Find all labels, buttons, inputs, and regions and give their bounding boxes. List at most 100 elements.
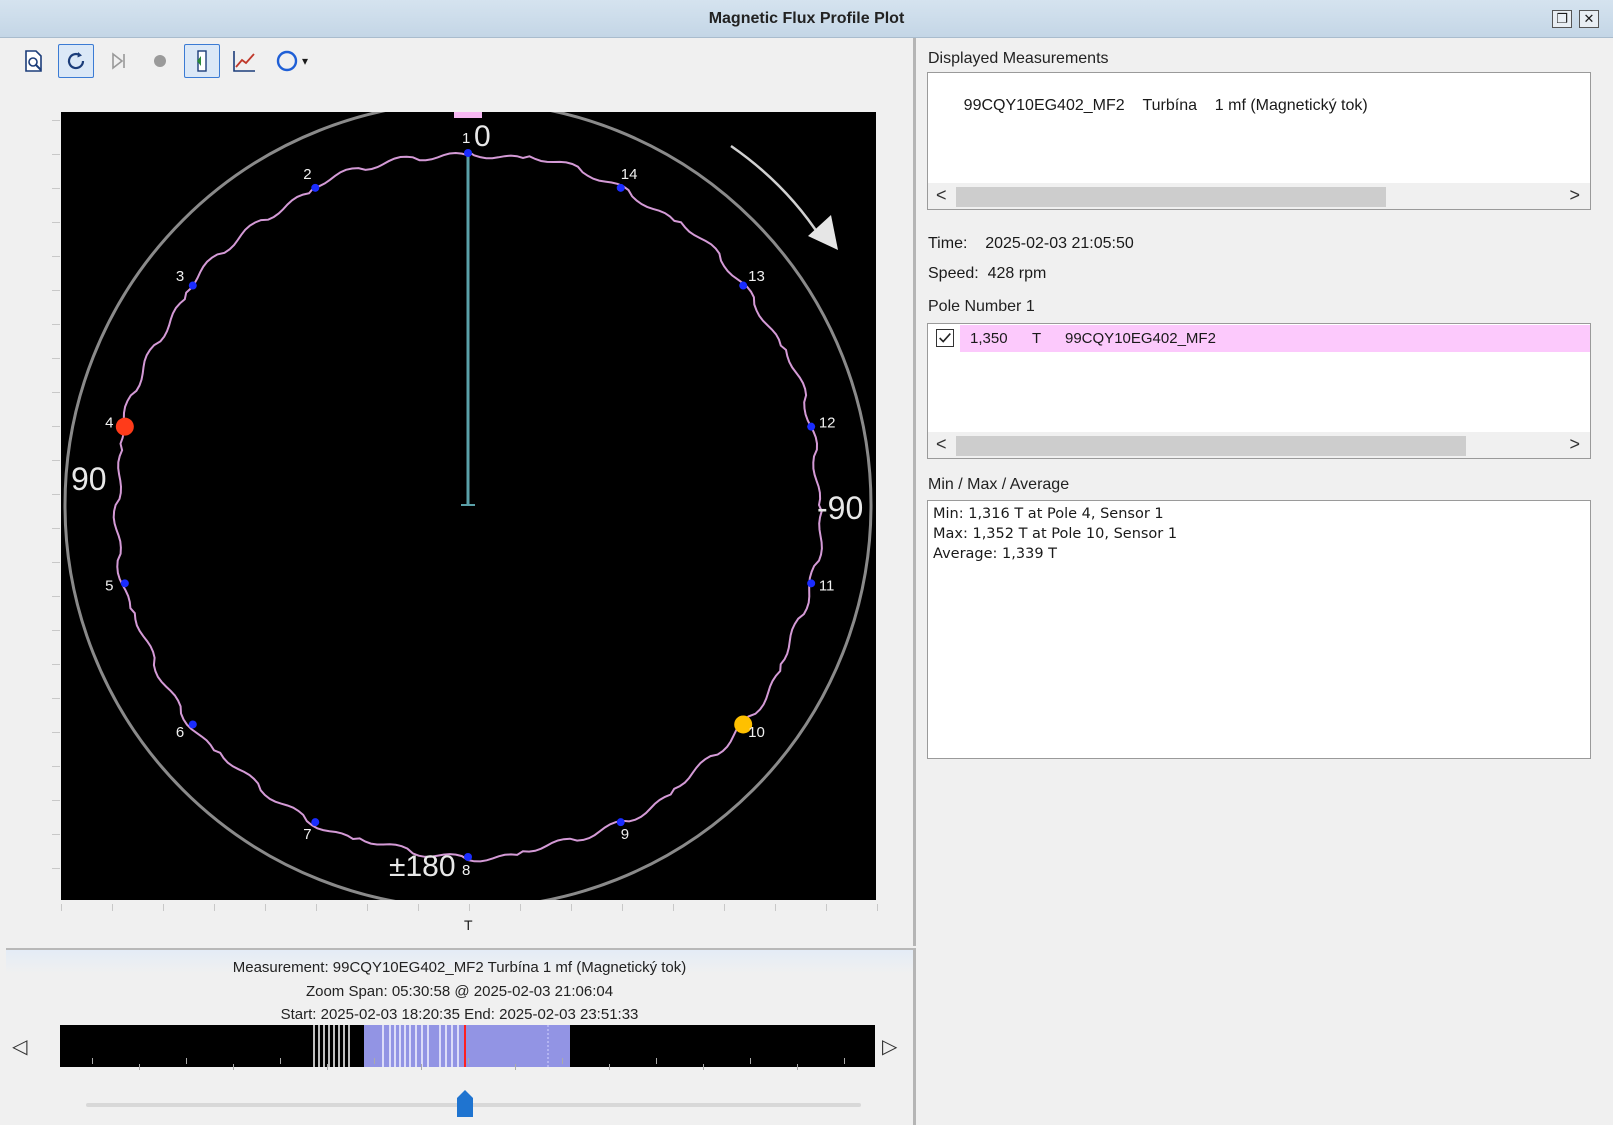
max-stat: Max: 1,352 T at Pole 10, Sensor 1 [933, 526, 1178, 542]
title-bar: Magnetic Flux Profile Plot ❐ ✕ [0, 0, 1613, 38]
timeline-tick [327, 1064, 328, 1070]
x-axis-tick [214, 904, 215, 911]
x-axis-tick [418, 904, 419, 911]
angle-label-0: 0 [474, 120, 491, 153]
pole-row-checkbox[interactable] [936, 329, 954, 347]
y-axis-tick [52, 324, 60, 325]
timeline-tick [421, 1064, 422, 1070]
min-pole-marker[interactable] [115, 417, 134, 436]
pole-dot[interactable] [616, 183, 625, 192]
print-preview-button[interactable] [16, 44, 52, 78]
pole-label: 13 [748, 268, 765, 285]
timeline-tick [92, 1058, 93, 1064]
timeline-slider-thumb[interactable] [456, 1090, 474, 1118]
pole-dot[interactable] [464, 149, 472, 157]
pole-label: 1 [462, 130, 470, 147]
y-axis-tick [52, 868, 60, 869]
time-row: Time: 2025-02-03 21:05:50 [928, 235, 1134, 253]
y-axis-tick [52, 562, 60, 563]
pole-dot[interactable] [311, 818, 320, 827]
time-value: 2025-02-03 21:05:50 [985, 235, 1134, 252]
trend-icon [233, 51, 255, 72]
pole-dot[interactable] [120, 579, 129, 588]
window-title: Magnetic Flux Profile Plot [708, 10, 905, 27]
sensor-view-button[interactable] [184, 44, 220, 78]
timeline-tick [468, 1058, 469, 1064]
timeline-tick [703, 1064, 704, 1070]
timeline-right-arrow[interactable]: ▷ [882, 1034, 897, 1059]
record-button[interactable] [142, 44, 178, 78]
close-button[interactable]: ✕ [1579, 10, 1599, 28]
y-axis-tick [52, 834, 60, 835]
scroll-left-icon[interactable]: < [936, 434, 947, 455]
pole-1-marker [454, 112, 482, 118]
rotation-arrow [730, 144, 823, 239]
pole-dot[interactable] [739, 281, 748, 290]
pole-label: 11 [819, 577, 835, 594]
pole-dot[interactable] [807, 422, 816, 431]
x-axis-tick [673, 904, 674, 911]
scroll-left-icon[interactable]: < [936, 185, 947, 206]
stats-box: Min: 1,316 T at Pole 4, Sensor 1 Max: 1,… [927, 500, 1591, 759]
refresh-button[interactable] [58, 44, 94, 78]
pole-unit: T [1032, 330, 1042, 347]
scrollbar-thumb[interactable] [956, 187, 1386, 207]
timeline-tick [656, 1058, 657, 1064]
min-stat: Min: 1,316 T at Pole 4, Sensor 1 [933, 506, 1164, 522]
trend-button[interactable] [226, 44, 262, 78]
timeline-tick [233, 1064, 234, 1070]
zoom-span-line: Zoom Span: 05:30:58 @ 2025-02-03 21:06:0… [305, 983, 614, 1000]
x-axis-tick [469, 904, 470, 911]
pole-label: 6 [176, 724, 184, 741]
circle-plot-icon [276, 50, 298, 72]
timeline-tick [374, 1058, 375, 1064]
pole-value-row[interactable]: 1,350 T 99CQY10EG402_MF2 [960, 325, 1590, 352]
timeline-tick [515, 1064, 516, 1070]
angle-label-minus-90: -90 [817, 490, 863, 526]
timeline-tick [562, 1058, 563, 1064]
measurement-line: Measurement: 99CQY10EG402_MF2 Turbína 1 … [232, 959, 687, 976]
pole-dot[interactable] [188, 720, 197, 729]
timeline-left-arrow[interactable]: ◁ [12, 1034, 27, 1059]
speed-row: Speed: 428 rpm [928, 265, 1046, 283]
sensor-view-icon [197, 50, 207, 72]
x-axis-tick [571, 904, 572, 911]
horizontal-scrollbar[interactable]: < > [928, 183, 1590, 209]
circle-plot-button[interactable]: ▾ [268, 44, 316, 78]
pole-dot[interactable] [464, 853, 472, 861]
y-axis-tick [52, 290, 60, 291]
pole-value: 1,350 [970, 330, 1008, 347]
timeline-tick [750, 1058, 751, 1064]
y-axis-tick [52, 154, 60, 155]
restore-button[interactable]: ❐ [1552, 10, 1572, 28]
chevron-down-icon[interactable]: ▾ [302, 54, 308, 68]
y-axis-tick [52, 664, 60, 665]
displayed-measurements-list[interactable]: 99CQY10EG402_MF2 Turbína 1 mf (Magnetick… [927, 72, 1591, 210]
x-axis-tick [316, 904, 317, 911]
checkmark-icon [939, 333, 951, 343]
y-axis-tick [52, 630, 60, 631]
time-range-line: Start: 2025-02-03 18:20:35 End: 2025-02-… [280, 1006, 639, 1023]
timeline-tick [609, 1064, 610, 1070]
timeline-tick [797, 1064, 798, 1070]
y-axis-tick [52, 698, 60, 699]
measurement-group: Turbína [1142, 97, 1197, 114]
pole-values-list[interactable]: 1,350 T 99CQY10EG402_MF2 < > [927, 323, 1591, 459]
horizontal-scrollbar[interactable]: < > [928, 432, 1590, 458]
y-axis-tick [52, 188, 60, 189]
x-axis-tick [367, 904, 368, 911]
polar-plot[interactable]: 1234567891011121314 0 90 -90 ±180 [61, 112, 876, 900]
pole-dot[interactable] [188, 281, 197, 290]
pole-number-label: Pole Number 1 [928, 298, 1035, 315]
step-forward-button[interactable] [100, 44, 136, 78]
y-axis-tick [52, 256, 60, 257]
x-axis-tick [877, 904, 878, 911]
scroll-right-icon[interactable]: > [1569, 185, 1580, 206]
pole-dot[interactable] [807, 579, 816, 588]
scrollbar-thumb[interactable] [956, 436, 1466, 456]
timeline-tick [280, 1058, 281, 1064]
pole-dot[interactable] [311, 183, 320, 192]
measurement-row[interactable]: 99CQY10EG402_MF2 Turbína 1 mf (Magnetick… [937, 79, 1368, 133]
scroll-right-icon[interactable]: > [1569, 434, 1580, 455]
displayed-measurements-label: Displayed Measurements [928, 50, 1109, 67]
